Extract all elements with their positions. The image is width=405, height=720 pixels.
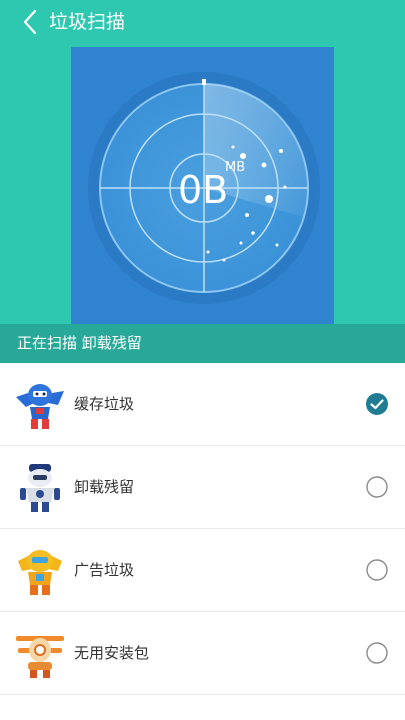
scan-size-value: 0B [178,168,228,212]
radar-scanner: 0B MB [88,72,320,304]
page-title: 垃圾扫描 [49,11,126,33]
unchecked-icon[interactable] [366,559,388,581]
unchecked-icon[interactable] [366,642,388,664]
list-item-label: 缓存垃圾 [74,395,135,413]
list-item-ad-junk[interactable]: 广告垃圾 [0,529,405,612]
list-item-label: 广告垃圾 [74,561,135,579]
back-button[interactable] [16,8,44,36]
unchecked-icon[interactable] [366,476,388,498]
list-item-unused-apk[interactable]: 无用安装包 [0,612,405,695]
scan-status-bar: 正在扫描 卸载残留 [0,324,405,363]
scanner-panel: 0B MB [71,47,334,324]
radar-marker [202,79,206,85]
junk-category-list: 缓存垃圾 卸载残留 广告垃圾 无用安装包 [0,363,405,695]
robot-yellow-icon [18,550,62,595]
list-item-label: 无用安装包 [74,644,150,662]
robot-plane-icon [16,636,64,678]
scan-status-text: 正在扫描 卸载残留 [17,334,142,352]
robot-police-icon [20,464,60,512]
app-header: 垃圾扫描 [0,0,405,44]
list-item-uninstall-residue[interactable]: 卸载残留 [0,446,405,529]
robot-blue-icon [16,384,64,429]
chevron-left-icon [23,9,37,35]
list-item-cache-junk[interactable]: 缓存垃圾 [0,363,405,446]
list-item-label: 卸载残留 [74,478,135,496]
scan-size-unit: MB [225,160,245,175]
checked-icon[interactable] [366,393,388,415]
scan-hero: 0B MB [0,44,405,324]
